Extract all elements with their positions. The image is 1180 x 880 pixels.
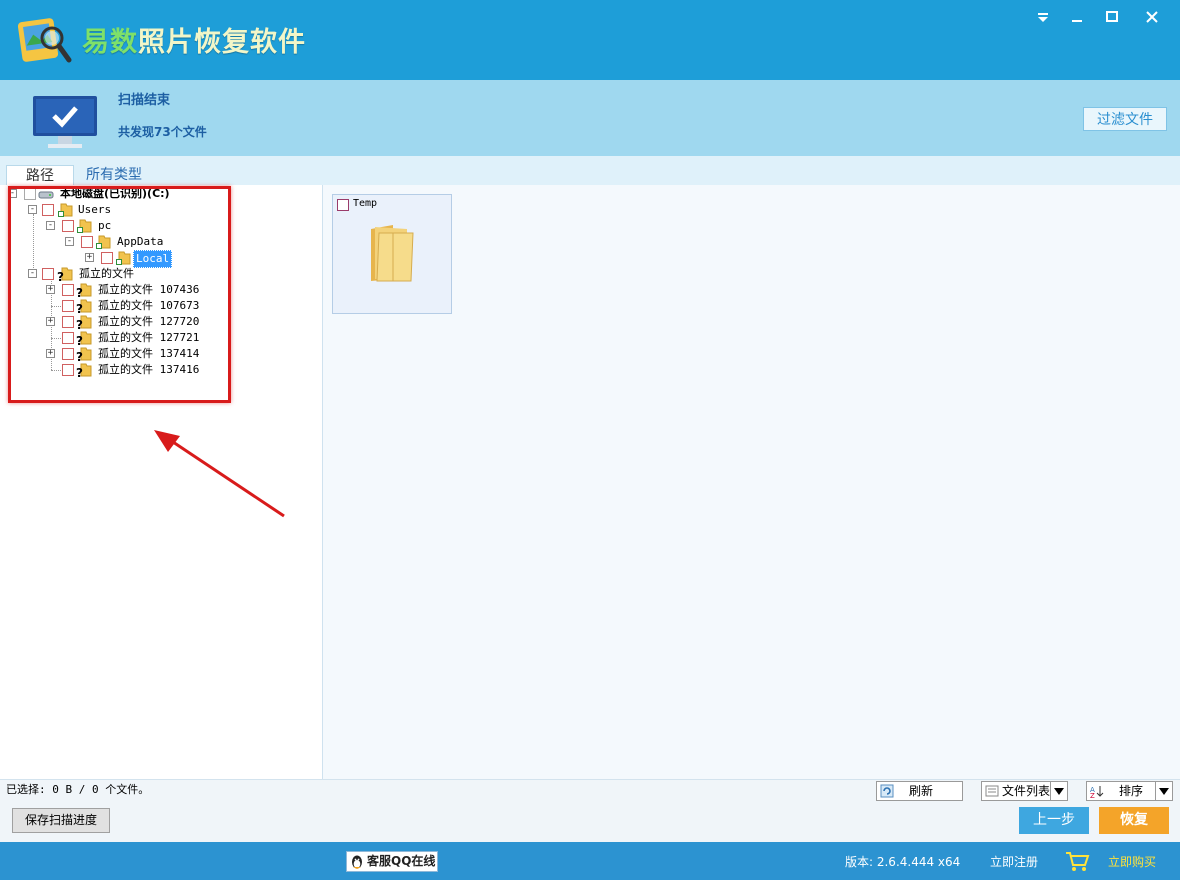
buy-now-link[interactable]: 立即购买 [1108,853,1156,870]
app-logo-icon [17,18,72,63]
version-label: 版本: 2.6.4.444 x64 [845,855,961,869]
menu-down-icon[interactable] [1030,10,1056,34]
qq-penguin-icon [352,855,362,869]
monitor-check-icon [33,96,97,148]
sort-select[interactable]: AZ 排序 [1086,781,1173,801]
tab-path[interactable]: 路径 [6,165,74,185]
save-scan-progress-button[interactable]: 保存扫描进度 [12,808,110,833]
scan-status-panel: 扫描结束 共发现73个文件 过滤文件 [0,80,1180,156]
view-tabs: 路径 所有类型 [0,156,1180,186]
annotation-arrow-icon [154,430,285,518]
file-name: Temp [353,198,378,209]
title-bar: 易数照片恢复软件 [0,0,1180,80]
register-link[interactable]: 立即注册 [990,853,1038,870]
refresh-button[interactable]: 刷新 [876,781,963,801]
qq-support-button[interactable]: 客服QQ在线 [346,851,438,872]
view-mode-select[interactable]: 文件列表 [981,781,1068,801]
maximize-icon[interactable] [1099,10,1125,34]
app-title: 易数照片恢复软件 [82,27,306,58]
minimize-icon[interactable] [1064,10,1090,34]
file-checkbox[interactable] [337,199,349,211]
file-tile[interactable]: Temp [332,194,452,314]
shopping-cart-icon[interactable] [1064,849,1090,873]
annotation-highlight-box [8,186,231,403]
found-files-count: 共发现73个文件 [118,125,207,139]
previous-step-button[interactable]: 上一步 [1019,807,1089,834]
chevron-down-icon[interactable] [1050,782,1067,800]
list-view-icon [985,785,999,797]
sort-icon: AZ [1090,786,1104,798]
recover-button[interactable]: 恢复 [1099,807,1169,834]
filter-files-button[interactable]: 过滤文件 [1083,107,1167,131]
close-icon[interactable] [1139,10,1165,34]
chevron-down-icon[interactable] [1155,782,1172,800]
refresh-icon [880,784,894,798]
scan-status-title: 扫描结束 [118,93,171,108]
svg-text:Z: Z [1090,792,1095,798]
selection-info: 已选择: 0 B / 0 个文件。 [6,783,150,796]
folder-icon [371,225,414,282]
tab-all-types[interactable]: 所有类型 [82,165,146,185]
